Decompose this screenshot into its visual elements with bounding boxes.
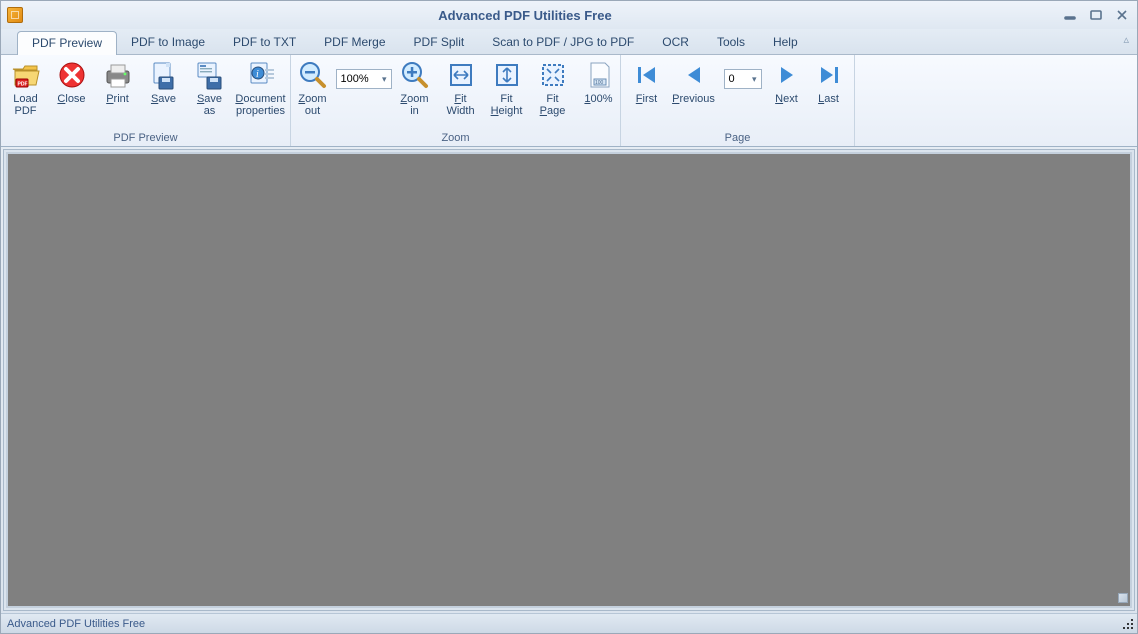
fit-width-icon — [445, 59, 477, 91]
print-button[interactable]: Print — [95, 57, 141, 119]
zoom-out-label: Zoom — [298, 93, 326, 105]
svg-text:100: 100 — [595, 80, 604, 86]
fit-height-label: Height — [491, 105, 523, 117]
app-icon — [7, 7, 23, 23]
fit-width-label: Fit — [446, 93, 474, 105]
close-icon — [56, 59, 88, 91]
zoom-out-button[interactable]: Zoomout — [290, 57, 336, 119]
fit-page-button[interactable]: FitPage — [530, 57, 576, 119]
previous-page-button[interactable]: Previous — [668, 57, 720, 119]
next-label: Next — [775, 93, 798, 105]
previous-icon — [678, 59, 710, 91]
folder-open-icon: PDF — [10, 59, 42, 91]
last-page-button[interactable]: Last — [808, 57, 850, 119]
maximize-button[interactable] — [1087, 8, 1105, 22]
first-icon — [631, 59, 663, 91]
save-icon — [148, 59, 180, 91]
group-label-pdf-preview: PDF Preview — [5, 132, 286, 146]
zoom-100-icon: 100 — [583, 59, 615, 91]
window-title: Advanced PDF Utilities Free — [0, 8, 1061, 23]
page-number-value: 0 — [729, 73, 735, 85]
load-pdf-label1: Load — [13, 93, 37, 105]
ribbon-group-zoom: Zoomout 100% ▾ Zoomin — [291, 55, 621, 146]
zoom-in-icon — [399, 59, 431, 91]
fit-height-button[interactable]: FitHeight — [484, 57, 530, 119]
svg-text:PDF: PDF — [17, 82, 27, 88]
tab-pdf-preview[interactable]: PDF Preview — [17, 31, 117, 55]
save-as-icon — [194, 59, 226, 91]
group-label-zoom: Zoom — [295, 132, 616, 146]
last-icon — [813, 59, 845, 91]
first-label: First — [636, 93, 657, 105]
chevron-down-icon: ▾ — [752, 74, 757, 85]
fit-width-label2: Width — [446, 105, 474, 117]
content-wrap — [3, 149, 1135, 611]
statusbar: Advanced PDF Utilities Free — [1, 613, 1137, 633]
close-window-button[interactable] — [1113, 8, 1131, 22]
scroll-grip-icon — [1118, 593, 1128, 603]
close-button[interactable]: Close — [49, 57, 95, 119]
document-properties-button[interactable]: i Documentproperties — [233, 57, 289, 119]
ribbon-group-pdf-preview: PDF LoadPDF Close Print — [1, 55, 291, 146]
app-window: Advanced PDF Utilities Free ▵ PDF Previe… — [0, 0, 1138, 634]
load-pdf-label2: PDF — [13, 105, 37, 117]
fit-width-button[interactable]: FitWidth — [438, 57, 484, 119]
zoom-level-combo[interactable]: 100% ▾ — [336, 69, 392, 89]
zoom-out-label2: out — [298, 105, 326, 117]
save-as-label2: as — [197, 105, 222, 117]
window-controls — [1061, 8, 1131, 22]
svg-text:i: i — [256, 69, 259, 80]
zoom-in-label: Zoom — [400, 93, 428, 105]
ribbon: PDF LoadPDF Close Print — [1, 55, 1137, 147]
doc-props-label: Document — [235, 93, 285, 105]
last-label: Last — [818, 93, 839, 105]
document-viewport[interactable] — [6, 152, 1132, 608]
tab-tools[interactable]: Tools — [703, 31, 759, 54]
tab-ocr[interactable]: OCR — [648, 31, 703, 54]
save-button[interactable]: Save — [141, 57, 187, 119]
fit-page-label1: Fit — [540, 93, 566, 105]
zoom-100-label: 100% — [584, 93, 612, 105]
ribbon-collapse-icon[interactable]: ▵ — [1123, 33, 1129, 46]
save-label: Save — [151, 93, 176, 105]
save-as-button[interactable]: Saveas — [187, 57, 233, 119]
next-page-button[interactable]: Next — [766, 57, 808, 119]
next-icon — [771, 59, 803, 91]
resize-grip-icon[interactable] — [1121, 617, 1135, 631]
vertical-scrollbar[interactable] — [1117, 155, 1129, 605]
fit-height-label1: Fit — [491, 93, 523, 105]
save-as-label: Save — [197, 93, 222, 105]
tab-pdf-merge[interactable]: PDF Merge — [310, 31, 399, 54]
fit-page-icon — [537, 59, 569, 91]
print-label: Print — [106, 93, 129, 105]
close-label: Close — [57, 93, 85, 105]
zoom-100-button[interactable]: 100 100% — [576, 57, 622, 119]
status-text: Advanced PDF Utilities Free — [7, 618, 145, 630]
printer-icon — [102, 59, 134, 91]
ribbon-group-page: First Previous 0 ▾ — [621, 55, 855, 146]
zoom-out-icon — [297, 59, 329, 91]
chevron-down-icon: ▾ — [382, 74, 387, 85]
page-number-input[interactable]: 0 ▾ — [724, 69, 762, 89]
tab-pdf-to-image[interactable]: PDF to Image — [117, 31, 219, 54]
zoom-in-button[interactable]: Zoomin — [392, 57, 438, 119]
load-pdf-button[interactable]: PDF LoadPDF — [3, 57, 49, 119]
fit-height-icon — [491, 59, 523, 91]
tab-pdf-to-txt[interactable]: PDF to TXT — [219, 31, 310, 54]
minimize-button[interactable] — [1061, 8, 1079, 22]
zoom-level-value: 100% — [341, 73, 369, 85]
titlebar: Advanced PDF Utilities Free — [1, 1, 1137, 29]
tab-scan-to-pdf[interactable]: Scan to PDF / JPG to PDF — [478, 31, 648, 54]
tab-pdf-split[interactable]: PDF Split — [400, 31, 479, 54]
document-properties-icon: i — [245, 59, 277, 91]
previous-label: Previous — [672, 93, 715, 105]
doc-props-label2: properties — [235, 105, 285, 117]
first-page-button[interactable]: First — [626, 57, 668, 119]
tab-help[interactable]: Help — [759, 31, 812, 54]
group-label-page: Page — [625, 132, 850, 146]
zoom-in-label2: in — [400, 105, 428, 117]
tabstrip: PDF Preview PDF to Image PDF to TXT PDF … — [1, 29, 1137, 55]
fit-page-label: Page — [540, 105, 566, 117]
